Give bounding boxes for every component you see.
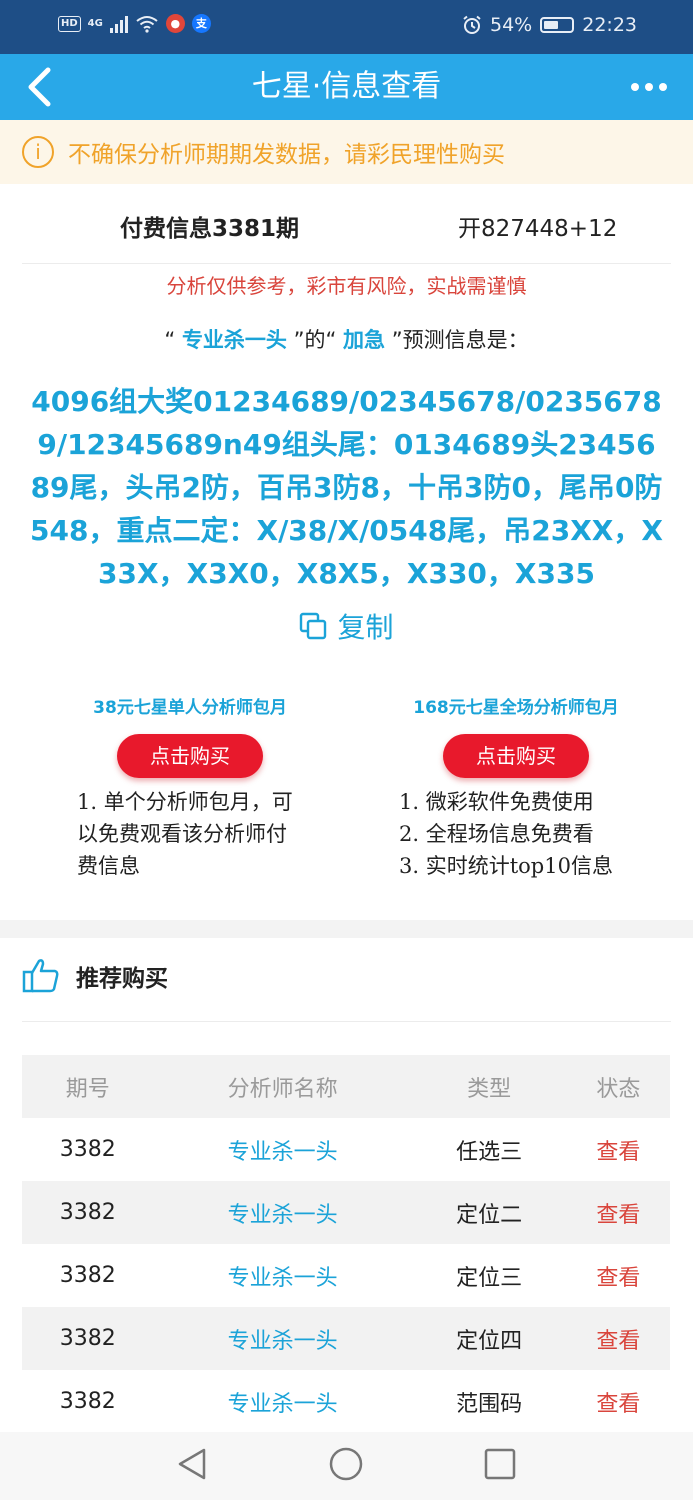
battery-icon <box>540 17 575 33</box>
period-cell: 3382 <box>22 1307 154 1370</box>
type-cell: 范围码 <box>456 1391 523 1417</box>
package-title: 38元七星单人分析师包月 <box>93 698 287 718</box>
package-description: 1. 微彩软件免费使用 2. 全程场信息免费看 3. 实时统计top10信息 <box>356 786 676 882</box>
network-type: 4G <box>87 17 103 29</box>
package-feature: 2. 全程场信息免费看 <box>399 822 594 846</box>
table-row: 3382 专业杀一头 任选三 查看 <box>22 1118 670 1181</box>
wifi-icon <box>136 15 158 33</box>
table-row: 3382 专业杀一头 范围码 查看 <box>22 1370 670 1433</box>
copy-icon <box>300 612 327 640</box>
nav-recents-icon[interactable] <box>482 1446 518 1482</box>
analyst-link[interactable]: 专业杀一头 <box>153 1370 411 1433</box>
nav-back-icon[interactable] <box>174 1446 210 1482</box>
status-right: 54% 22:23 <box>462 14 637 36</box>
intro-text: ”预测信息是： <box>385 328 529 352</box>
page-title: 七星·信息查看 <box>251 69 442 104</box>
package-title: 168元七星全场分析师包月 <box>413 698 619 718</box>
copy-button[interactable]: 复制 <box>0 606 693 646</box>
divider <box>22 263 671 264</box>
recommend-header: 推荐购买 <box>22 958 168 994</box>
package-description: 1. 单个分析师包月，可以免费观看该分析师付费信息 <box>77 790 293 878</box>
prediction-content: 4096组大奖01234689/02345678/02356789/123456… <box>30 385 663 590</box>
period-cell: 3382 <box>59 1389 116 1414</box>
system-nav-bar <box>0 1432 693 1500</box>
prediction-intro: “ 专业杀一头 ”的“ 加急 ”预测信息是： <box>0 324 693 354</box>
recommend-title: 推荐购买 <box>76 966 168 992</box>
info-icon: i <box>22 136 54 168</box>
package-feature: 3. 实时统计top10信息 <box>399 854 613 878</box>
alarm-icon <box>463 15 481 34</box>
copy-label: 复制 <box>337 611 394 644</box>
more-dot-icon <box>645 83 653 91</box>
view-link[interactable]: 查看 <box>567 1370 670 1433</box>
period-cell: 3382 <box>59 1137 116 1162</box>
view-link[interactable]: 查看 <box>566 1307 670 1370</box>
analyst-name: 专业杀一头 <box>181 328 287 352</box>
recommend-table: 期号 分析师名称 类型 状态 3382 专业杀一头 任选三 查看 3382 专业… <box>22 1055 670 1433</box>
view-link[interactable]: 查看 <box>567 1118 670 1181</box>
signal-icon <box>109 15 128 33</box>
intro-text: ”的“ <box>286 328 344 352</box>
type-cell: 任选三 <box>456 1139 523 1165</box>
table-row: 3382 专业杀一头 定位四 查看 <box>22 1307 670 1370</box>
hd-icon: HD <box>58 15 81 32</box>
table-header-row: 期号 分析师名称 类型 状态 <box>22 1055 670 1118</box>
buy-single-button[interactable]: 点击购买 <box>117 734 263 778</box>
nav-home-icon[interactable] <box>328 1446 364 1482</box>
thumbs-up-icon <box>22 959 59 993</box>
section-separator <box>0 920 693 938</box>
status-left: HD 4G ● 支 <box>58 14 211 33</box>
battery-percent: 54% <box>490 14 533 36</box>
divider <box>22 1021 671 1022</box>
analyst-link[interactable]: 专业杀一头 <box>153 1244 411 1307</box>
column-header: 期号 <box>22 1055 154 1118</box>
table-row: 3382 专业杀一头 定位三 查看 <box>22 1244 670 1307</box>
clock: 22:23 <box>582 14 637 36</box>
view-link[interactable]: 查看 <box>567 1244 670 1307</box>
analyst-link[interactable]: 专业杀一头 <box>153 1307 412 1370</box>
package-single: 38元七星单人分析师包月 点击购买 1. 单个分析师包月，可以免费观看该分析师付… <box>30 693 350 882</box>
risk-warning: 分析仅供参考，彩市有风险，实战需谨慎 <box>166 274 527 298</box>
period-cell: 3382 <box>22 1181 154 1244</box>
package-feature: 1. 微彩软件免费使用 <box>399 790 594 814</box>
category-name: 加急 <box>343 328 386 352</box>
package-all: 168元七星全场分析师包月 点击购买 1. 微彩软件免费使用 2. 全程场信息免… <box>356 693 676 882</box>
notice-text: 不确保分析师期期发数据，请彩民理性购买 <box>68 142 505 168</box>
type-cell: 定位二 <box>411 1181 567 1244</box>
buy-all-button[interactable]: 点击购买 <box>443 734 589 778</box>
notice-banner: i 不确保分析师期期发数据，请彩民理性购买 <box>0 120 693 184</box>
intro-text: “ <box>164 328 182 352</box>
period-cell: 3382 <box>59 1263 116 1288</box>
more-dot-icon <box>659 83 667 91</box>
column-header: 分析师名称 <box>153 1055 412 1118</box>
type-cell: 定位三 <box>456 1265 523 1291</box>
back-arrow-icon[interactable] <box>20 66 60 108</box>
app-notification-icon: ● <box>165 14 185 33</box>
alipay-icon: 支 <box>191 14 211 33</box>
status-bar: HD 4G ● 支 54% 22:23 <box>0 0 693 54</box>
table-row: 3382 专业杀一头 定位二 查看 <box>22 1181 670 1244</box>
more-dot-icon <box>631 83 639 91</box>
column-header: 状态 <box>566 1055 670 1118</box>
type-cell: 定位四 <box>411 1307 567 1370</box>
analyst-link[interactable]: 专业杀一头 <box>153 1118 411 1181</box>
more-menu-button[interactable] <box>625 68 673 106</box>
view-link[interactable]: 查看 <box>566 1181 670 1244</box>
period-label: 付费信息3381期 <box>120 216 300 242</box>
title-bar: 七星·信息查看 <box>0 54 693 120</box>
analyst-link[interactable]: 专业杀一头 <box>153 1181 412 1244</box>
column-header: 类型 <box>411 1055 567 1118</box>
draw-result: 开827448+12 <box>458 216 618 242</box>
